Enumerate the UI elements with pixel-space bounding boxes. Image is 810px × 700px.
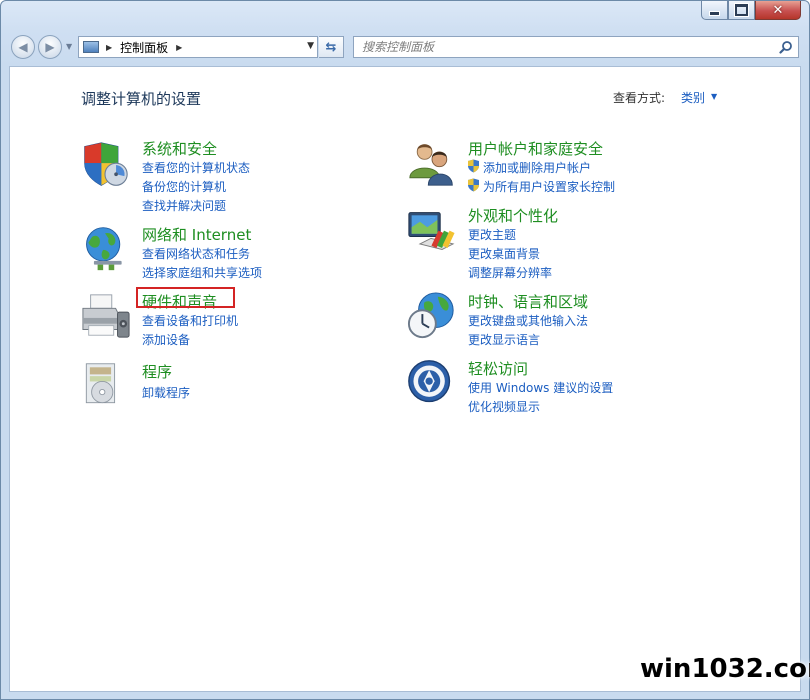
- breadcrumb-separator-icon[interactable]: ▶: [106, 43, 112, 52]
- category-title-clock-region[interactable]: 时钟、语言和区域: [468, 291, 588, 312]
- category-title-system-security[interactable]: 系统和安全: [142, 138, 217, 159]
- close-button[interactable]: ✕: [755, 1, 801, 20]
- control-panel-icon: [83, 41, 99, 53]
- maximize-button[interactable]: [728, 1, 755, 20]
- recent-pages-chevron-icon[interactable]: ▼: [66, 42, 72, 51]
- category-title-user-accounts[interactable]: 用户帐户和家庭安全: [468, 138, 603, 159]
- link-backup-computer[interactable]: 备份您的计算机: [142, 178, 226, 195]
- printer-icon: [82, 294, 130, 338]
- refresh-button[interactable]: ⇆: [319, 36, 344, 58]
- category-title-network-internet[interactable]: 网络和 Internet: [142, 224, 251, 245]
- search-box[interactable]: [353, 36, 799, 58]
- view-by-dropdown[interactable]: 类别: [681, 89, 705, 106]
- link-devices-printers[interactable]: 查看设备和打印机: [142, 312, 238, 329]
- control-panel-window: ✕ ◀ ▶ ▼ ▶ 控制面板 ▶ ▼ ⇆ 调整计算机的设置 查看方式: 类别 ▼: [0, 0, 810, 700]
- link-windows-recommended-settings[interactable]: 使用 Windows 建议的设置: [468, 379, 613, 396]
- link-optimize-visual-display[interactable]: 优化视频显示: [468, 398, 540, 415]
- breadcrumb-control-panel[interactable]: 控制面板: [120, 39, 168, 56]
- view-by-chevron-icon[interactable]: ▼: [711, 92, 717, 101]
- search-icon[interactable]: [779, 40, 793, 54]
- uac-shield-icon: [468, 178, 479, 192]
- link-homegroup-sharing[interactable]: 选择家庭组和共享选项: [142, 264, 262, 281]
- ease-of-access-icon: [408, 360, 451, 403]
- link-add-device[interactable]: 添加设备: [142, 331, 190, 348]
- breadcrumb-separator-icon[interactable]: ▶: [176, 43, 182, 52]
- link-troubleshoot[interactable]: 查找并解决问题: [142, 197, 226, 214]
- maximize-icon: [735, 4, 748, 16]
- watermark: win1032.com: [640, 654, 810, 684]
- link-add-remove-accounts[interactable]: 添加或删除用户帐户: [483, 159, 591, 176]
- forward-arrow-icon: ▶: [45, 40, 55, 54]
- link-adjust-resolution[interactable]: 调整屏幕分辨率: [468, 264, 552, 281]
- link-view-computer-status[interactable]: 查看您的计算机状态: [142, 159, 250, 176]
- address-bar[interactable]: ▶ 控制面板 ▶ ▼: [78, 36, 318, 58]
- programs-disc-icon: [85, 363, 116, 404]
- control-panel-content: 调整计算机的设置 查看方式: 类别 ▼ 系统和安全 查看您的计算机状态 备份您的…: [9, 66, 801, 692]
- category-title-ease-of-access[interactable]: 轻松访问: [468, 358, 528, 379]
- link-change-keyboards[interactable]: 更改键盘或其他输入法: [468, 312, 588, 329]
- link-view-network-status[interactable]: 查看网络状态和任务: [142, 245, 250, 262]
- navigation-bar: ◀ ▶ ▼ ▶ 控制面板 ▶ ▼ ⇆: [1, 31, 809, 63]
- link-parental-controls[interactable]: 为所有用户设置家长控制: [483, 178, 615, 195]
- link-uninstall-program[interactable]: 卸载程序: [142, 384, 190, 401]
- category-title-programs[interactable]: 程序: [142, 361, 172, 382]
- forward-button[interactable]: ▶: [38, 35, 62, 59]
- link-change-theme[interactable]: 更改主题: [468, 226, 516, 243]
- clock-globe-icon: [407, 292, 454, 339]
- search-input[interactable]: [362, 39, 762, 55]
- caption-buttons: ✕: [701, 1, 801, 20]
- monitor-appearance-icon: [408, 212, 455, 250]
- users-icon: [409, 144, 453, 186]
- view-by-label: 查看方式:: [613, 91, 666, 105]
- network-globe-icon: [86, 227, 122, 271]
- system-security-icon: [84, 142, 128, 186]
- link-change-display-language[interactable]: 更改显示语言: [468, 331, 540, 348]
- uac-shield-icon: [468, 159, 479, 173]
- minimize-button[interactable]: [701, 1, 728, 20]
- category-title-appearance[interactable]: 外观和个性化: [468, 205, 558, 226]
- back-button[interactable]: ◀: [11, 35, 35, 59]
- refresh-icon: ⇆: [325, 39, 337, 55]
- minimize-icon: [709, 10, 720, 16]
- address-dropdown-icon[interactable]: ▼: [307, 41, 314, 51]
- link-change-desktop-background[interactable]: 更改桌面背景: [468, 245, 540, 262]
- highlight-box: [136, 287, 235, 308]
- back-arrow-icon: ◀: [18, 40, 28, 54]
- close-icon: ✕: [772, 2, 784, 18]
- page-title: 调整计算机的设置: [81, 90, 202, 108]
